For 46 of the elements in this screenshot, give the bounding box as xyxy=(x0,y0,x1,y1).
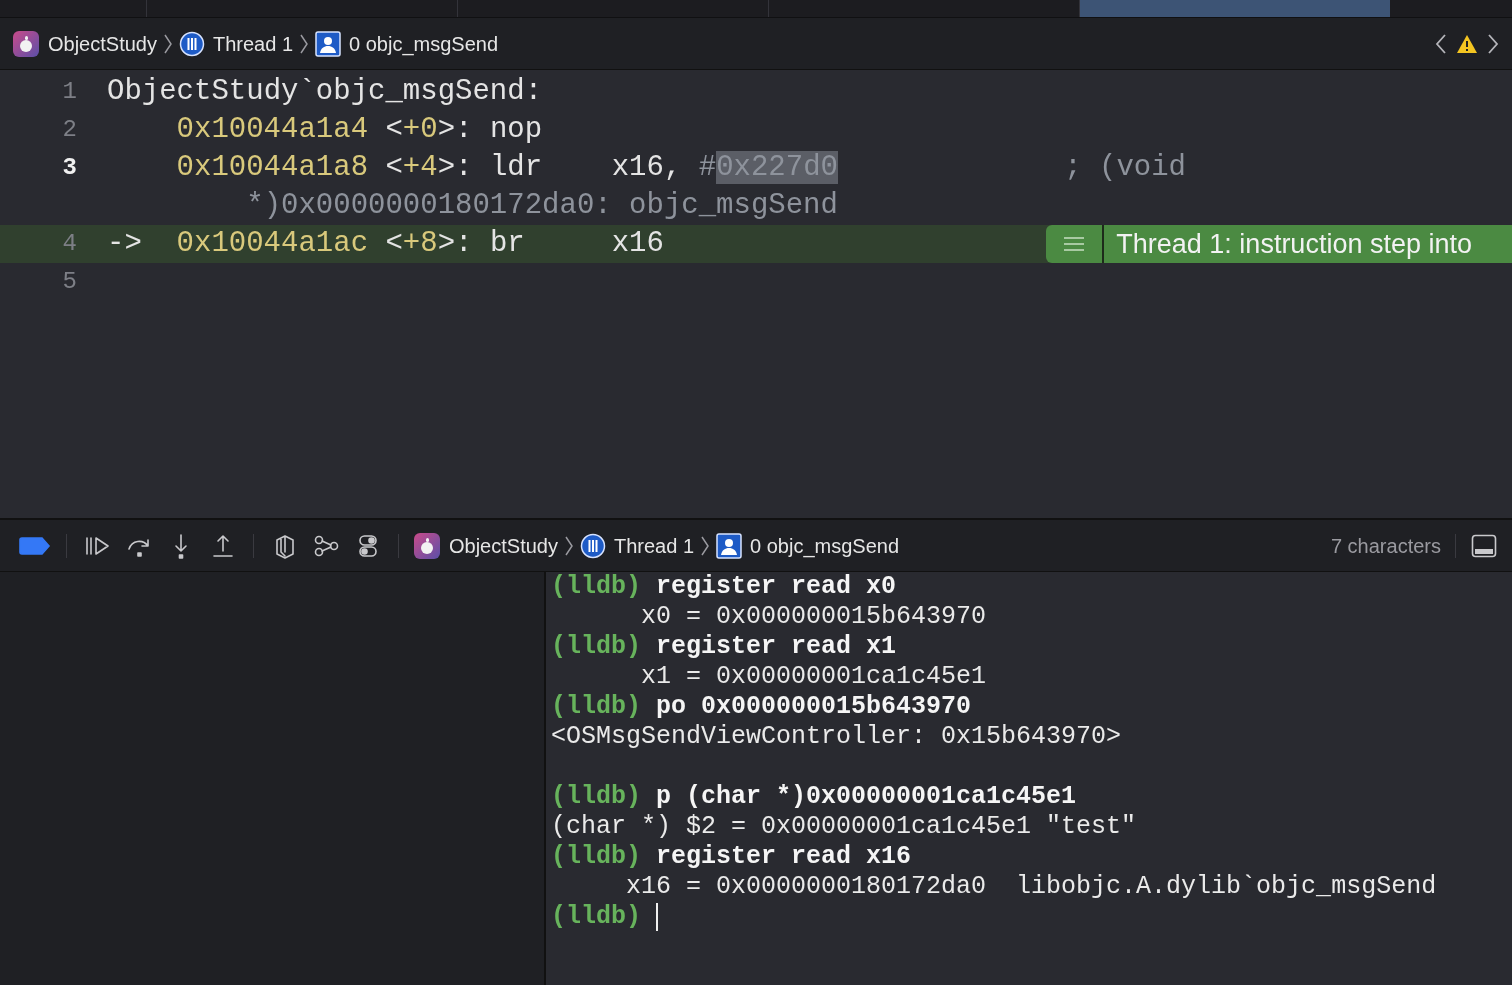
line-number: 2 xyxy=(61,115,78,145)
line-number: 3 xyxy=(61,153,78,183)
lldb-prompt: (lldb) xyxy=(551,692,641,722)
person-icon xyxy=(716,532,742,559)
console-command: register read x0 xyxy=(656,572,897,602)
line-number: 1 xyxy=(61,77,78,107)
console-output: (char *) $2 = 0x00000001ca1c45e1 "test" xyxy=(551,812,1138,842)
console-output: x0 = 0x000000015b643970 xyxy=(640,602,988,632)
lldb-prompt: (lldb) xyxy=(551,902,641,932)
list-icon[interactable] xyxy=(1046,225,1105,263)
path-item[interactable]: Thread 1 xyxy=(178,28,293,59)
chevron-icon xyxy=(299,32,309,55)
lldb-prompt: (lldb) xyxy=(551,572,641,602)
path-item[interactable]: Thread 1 xyxy=(579,530,694,561)
app-icon xyxy=(413,531,441,560)
text-cursor xyxy=(656,903,659,931)
code-line: 0x10044a1a4 <+0>: nop xyxy=(175,112,543,148)
code-line: -> 0x10044a1ac <+8>: br x16 xyxy=(107,226,664,262)
console-command: po 0x000000015b643970 xyxy=(656,692,972,722)
app-icon xyxy=(12,29,40,58)
console-output: x16 = 0x0000000180172da0 libobjc.A.dylib`objc_msgSend xyxy=(625,872,1438,902)
line-number: 4 xyxy=(61,229,78,259)
line-number: 5 xyxy=(61,267,78,297)
chevron-icon xyxy=(162,32,173,55)
thread-icon xyxy=(178,30,205,57)
path-item[interactable]: ObjectStudy xyxy=(413,530,558,561)
console-command: register read x16 xyxy=(656,842,912,872)
path-item[interactable]: 0 objc_msgSend xyxy=(716,530,899,561)
path-item[interactable]: ObjectStudy xyxy=(12,28,157,59)
code-line: ObjectStudy`objc_msgSend: xyxy=(107,74,543,110)
thread-icon xyxy=(579,532,606,559)
console-command: register read x1 xyxy=(656,632,897,662)
lldb-prompt: (lldb) xyxy=(551,782,641,812)
path-item[interactable]: 0 objc_msgSend xyxy=(315,28,498,59)
person-icon xyxy=(315,30,341,57)
chevron-icon xyxy=(563,534,574,557)
chevron-icon xyxy=(700,534,710,557)
warning-icon[interactable] xyxy=(1456,33,1478,54)
console-output: <OSMsgSendViewController: 0x15b643970> xyxy=(551,722,1123,752)
annotation-message: Thread 1: instruction step into xyxy=(1104,225,1512,263)
selection-info: 7 characters xyxy=(1330,533,1441,559)
console-output: x1 = 0x00000001ca1c45e1 xyxy=(640,662,988,692)
lldb-prompt: (lldb) xyxy=(551,842,641,872)
lldb-prompt: (lldb) xyxy=(551,632,641,662)
console-command: p (char *)0x00000001ca1c45e1 xyxy=(656,782,1077,812)
code-line: *)0x0000000180172da0: objc_msgSend xyxy=(245,188,839,224)
